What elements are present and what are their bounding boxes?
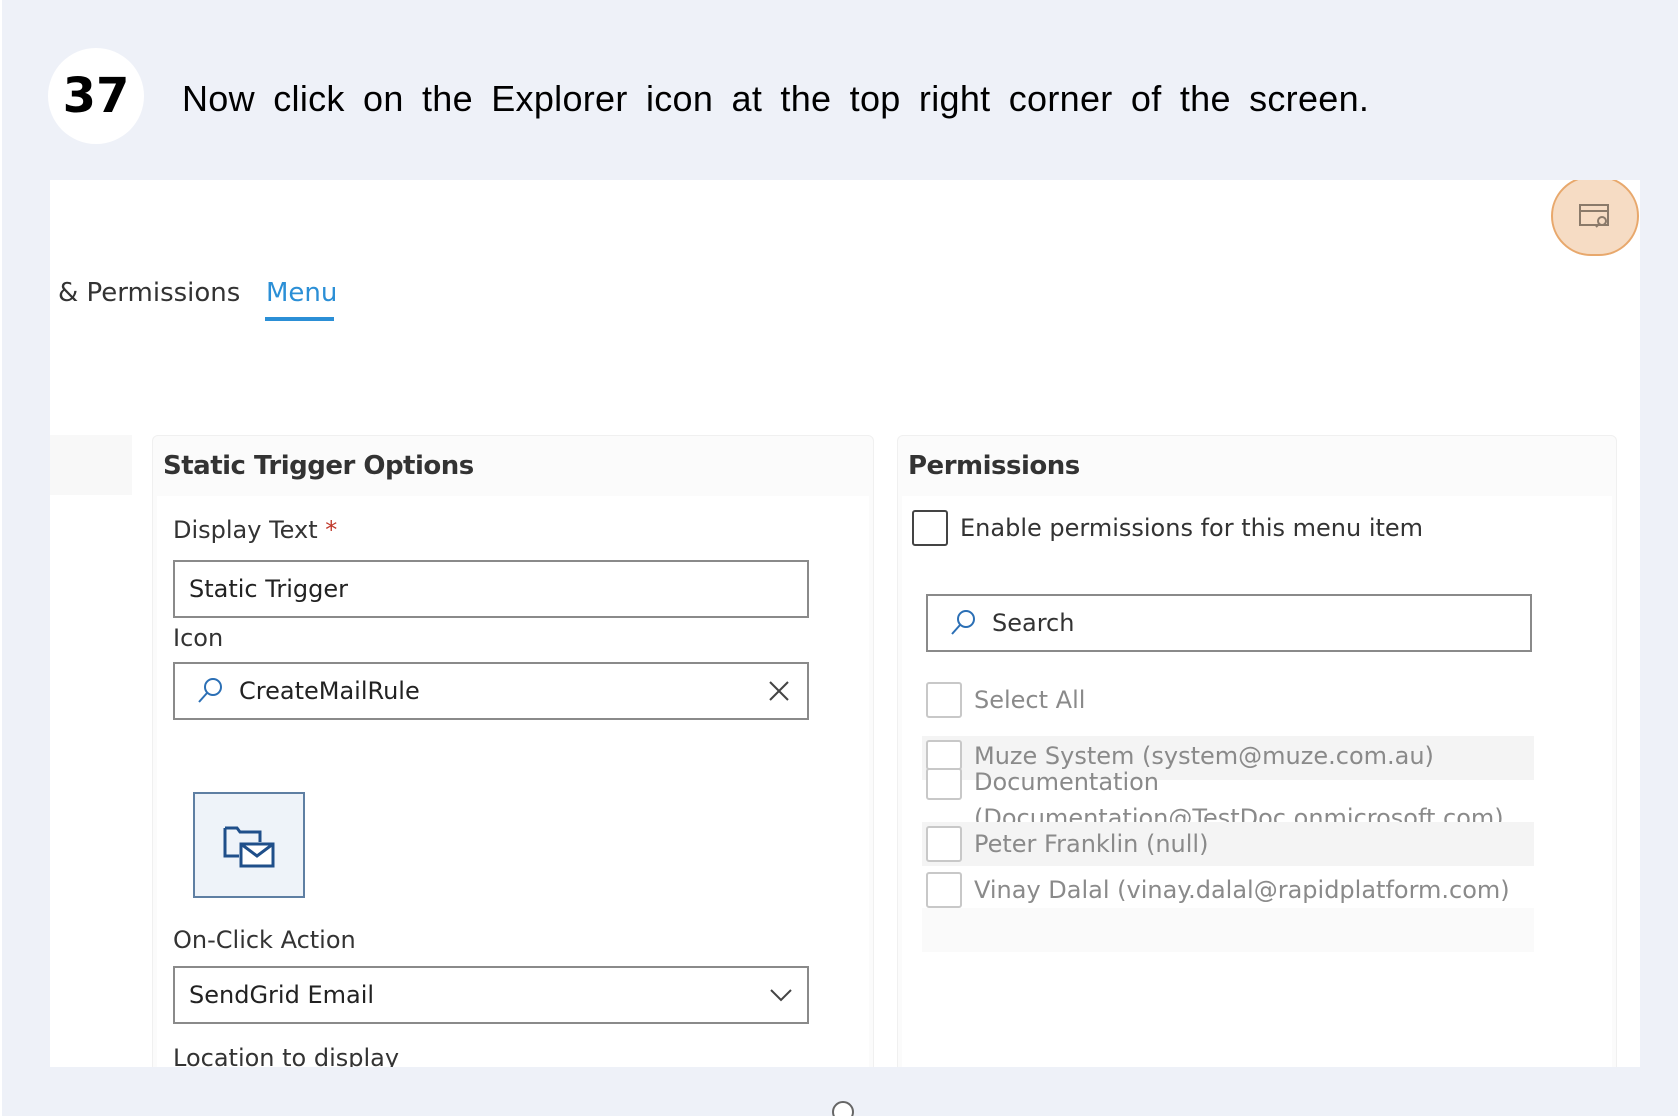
onclick-action-label: On-Click Action: [173, 926, 356, 954]
onclick-action-value: SendGrid Email: [189, 981, 375, 1009]
list-item[interactable]: [922, 908, 1534, 952]
step-instruction: Now click on the Explorer icon at the to…: [182, 78, 1370, 119]
permissions-body: Enable permissions for this menu item Se…: [902, 496, 1612, 1067]
static-trigger-panel: Static Trigger Options Display Text * St…: [152, 435, 874, 1067]
search-icon: [951, 610, 975, 635]
enable-permissions-label: Enable permissions for this menu item: [960, 514, 1424, 542]
user-email-clip: (Documentation@TestDoc.onmicrosoft.com): [974, 796, 1534, 822]
user-name: Documentation: [974, 768, 1160, 796]
user-name: Peter Franklin (null): [974, 830, 1209, 858]
mouse-cursor-icon: [832, 1101, 854, 1116]
display-text-value: Static Trigger: [189, 575, 349, 603]
permissions-title: Permissions: [908, 451, 1080, 481]
required-mark: *: [325, 516, 338, 544]
user-checkbox[interactable]: [926, 768, 962, 800]
active-tab-indicator: [265, 317, 334, 321]
tutorial-step-frame: 37 Now click on the Explorer icon at the…: [2, 0, 1678, 1116]
display-text-label-text: Display Text: [173, 516, 318, 544]
onclick-action-select[interactable]: SendGrid Email: [173, 966, 809, 1024]
clear-icon[interactable]: [767, 679, 791, 703]
enable-permissions-checkbox[interactable]: [912, 510, 948, 546]
permissions-panel: Permissions Enable permissions for this …: [897, 435, 1617, 1067]
create-mail-rule-icon: [223, 826, 275, 868]
display-text-field[interactable]: Static Trigger: [173, 560, 809, 618]
user-checkbox[interactable]: [926, 740, 962, 770]
static-trigger-title: Static Trigger Options: [163, 451, 474, 481]
location-label: Location to display: [173, 1044, 400, 1067]
user-name: Vinay Dalal (vinay.dalal@rapidplatform.c…: [974, 876, 1510, 904]
left-panel-stub: [50, 435, 132, 495]
icon-preview: [193, 792, 305, 898]
permissions-search-field[interactable]: Search: [926, 594, 1532, 652]
app-screenshot: & Permissions Menu Static Trigger Option…: [50, 180, 1640, 1067]
explorer-button[interactable]: [1551, 180, 1639, 256]
user-checkbox[interactable]: [926, 872, 962, 908]
icon-search-field[interactable]: CreateMailRule: [173, 662, 809, 720]
user-name: Muze System (system@muze.com.au): [974, 742, 1434, 770]
display-text-label: Display Text *: [173, 516, 337, 544]
user-email: (Documentation@TestDoc.onmicrosoft.com): [974, 804, 1504, 822]
tab-permissions[interactable]: & Permissions: [58, 278, 240, 308]
user-checkbox[interactable]: [926, 826, 962, 862]
icon-value: CreateMailRule: [239, 677, 420, 705]
select-all-checkbox[interactable]: [926, 682, 962, 718]
static-trigger-body: Display Text * Static Trigger Icon Creat…: [157, 496, 869, 1067]
tab-menu[interactable]: Menu: [266, 278, 337, 308]
chevron-down-icon: [770, 989, 792, 1002]
search-icon: [198, 678, 222, 703]
icon-label: Icon: [173, 624, 224, 652]
select-all-label: Select All: [974, 686, 1086, 714]
search-placeholder: Search: [992, 609, 1075, 637]
step-number-badge: 37: [48, 48, 144, 144]
explorer-icon: [1579, 204, 1609, 228]
